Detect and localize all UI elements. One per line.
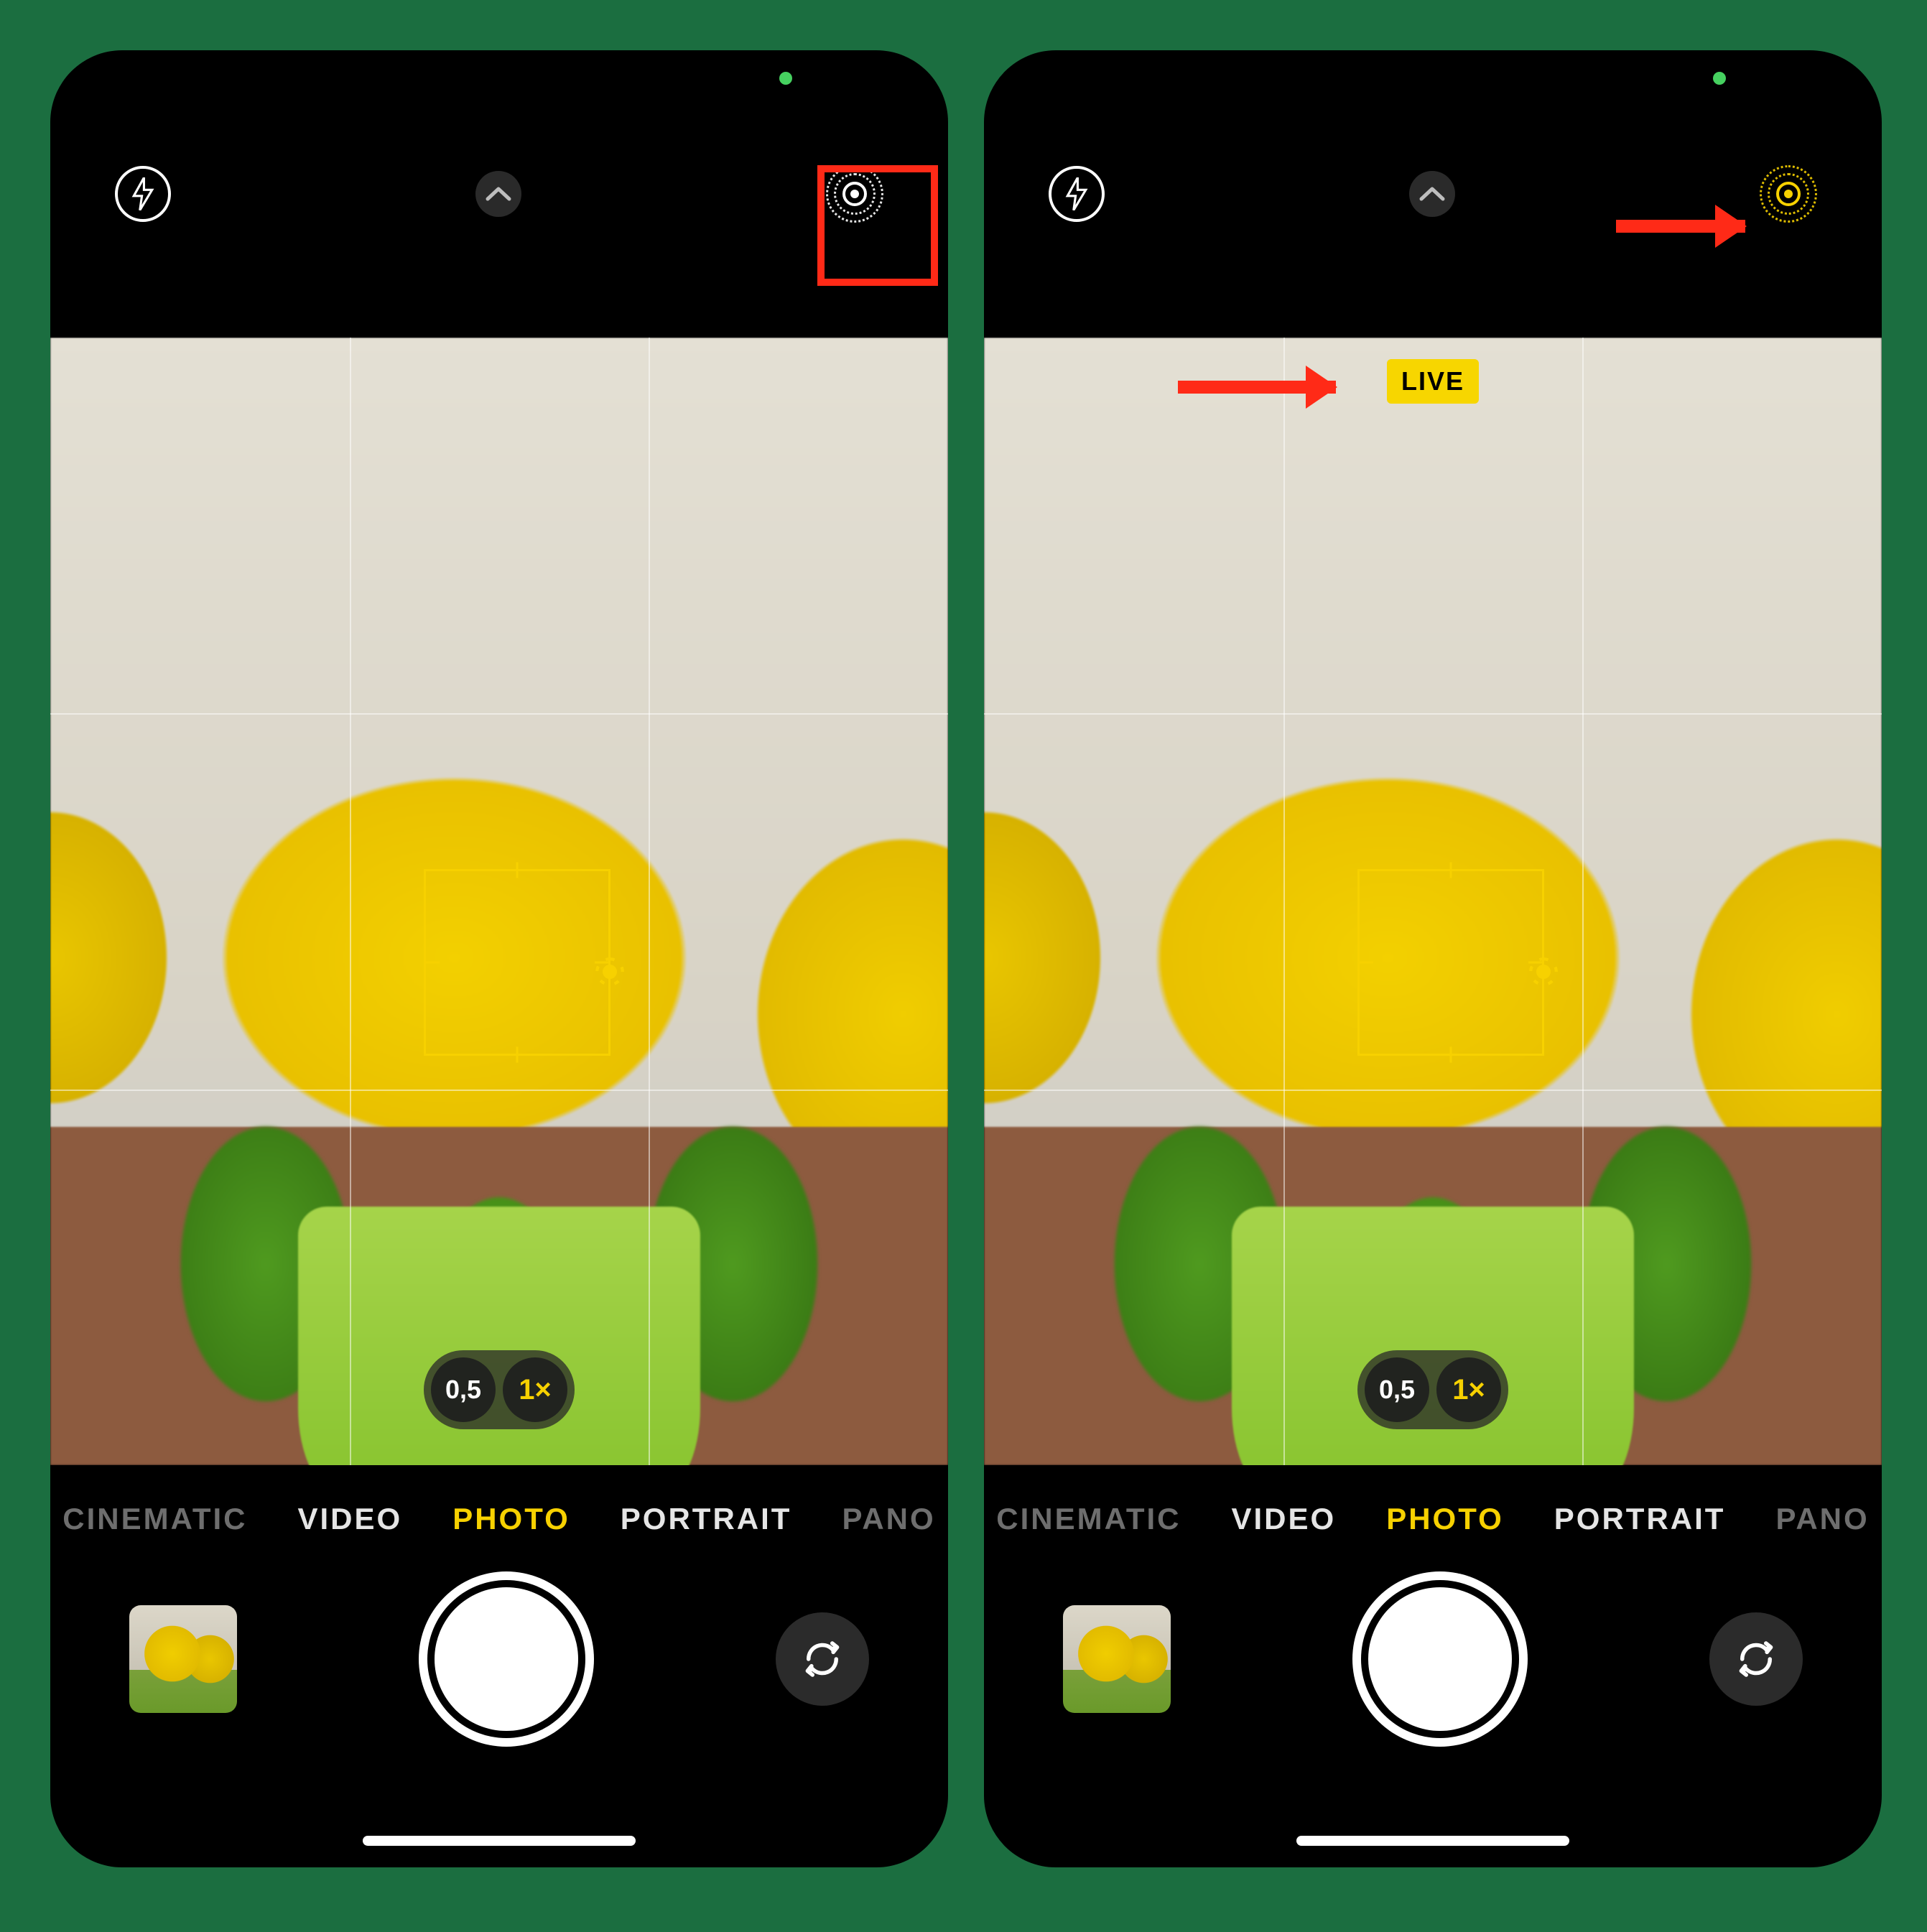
flash-toggle[interactable] bbox=[1049, 166, 1105, 222]
annotation-arrow-to-toggle bbox=[1616, 220, 1745, 233]
live-badge: LIVE bbox=[1387, 359, 1479, 404]
camera-viewfinder[interactable]: LIVE 0,5 1× bbox=[984, 338, 1882, 1465]
chevron-up-icon bbox=[486, 186, 511, 202]
flip-camera-icon bbox=[799, 1635, 846, 1683]
last-photo-thumbnail[interactable] bbox=[129, 1605, 237, 1713]
zoom-selector[interactable]: 0,5 1× bbox=[1357, 1350, 1508, 1429]
annotation-arrow-to-badge bbox=[1178, 381, 1336, 394]
mode-portrait[interactable]: PORTRAIT bbox=[621, 1502, 792, 1536]
shutter-button[interactable] bbox=[1368, 1587, 1512, 1731]
exposure-sun-icon[interactable] bbox=[595, 957, 624, 986]
camera-top-bar bbox=[50, 50, 948, 338]
flip-camera-button[interactable] bbox=[776, 1612, 869, 1706]
mode-photo[interactable]: PHOTO bbox=[452, 1502, 570, 1536]
camera-top-bar bbox=[984, 50, 1882, 338]
camera-bottom-bar bbox=[984, 1566, 1882, 1752]
focus-box[interactable] bbox=[1357, 869, 1544, 1056]
screenshot-live-off: 0,5 1× CINEMATIC VIDEO PHOTO PORTRAIT PA… bbox=[50, 50, 948, 1867]
shutter-button[interactable] bbox=[435, 1587, 578, 1731]
flip-camera-button[interactable] bbox=[1709, 1612, 1803, 1706]
camera-bottom-bar bbox=[50, 1566, 948, 1752]
camera-options-toggle[interactable] bbox=[1409, 171, 1455, 217]
flash-toggle[interactable] bbox=[115, 166, 171, 222]
mode-cinematic[interactable]: CINEMATIC bbox=[996, 1502, 1181, 1536]
mode-portrait[interactable]: PORTRAIT bbox=[1554, 1502, 1726, 1536]
camera-viewfinder[interactable]: 0,5 1× bbox=[50, 338, 948, 1465]
mode-video[interactable]: VIDEO bbox=[298, 1502, 403, 1536]
live-photo-toggle[interactable] bbox=[1760, 165, 1817, 223]
zoom-wide[interactable]: 0,5 bbox=[431, 1357, 496, 1422]
screenshot-live-on: LIVE 0,5 1× CINEMATIC VIDEO PHOTO PORTRA… bbox=[984, 50, 1882, 1867]
zoom-selector[interactable]: 0,5 1× bbox=[424, 1350, 575, 1429]
mode-pano[interactable]: PANO bbox=[842, 1502, 935, 1536]
home-indicator[interactable] bbox=[1296, 1836, 1569, 1846]
chevron-up-icon bbox=[1419, 186, 1445, 202]
zoom-main[interactable]: 1× bbox=[503, 1357, 567, 1422]
flash-icon bbox=[131, 177, 155, 210]
mode-cinematic[interactable]: CINEMATIC bbox=[62, 1502, 247, 1536]
mode-photo[interactable]: PHOTO bbox=[1386, 1502, 1504, 1536]
annotation-highlight-box bbox=[817, 165, 938, 286]
flash-icon bbox=[1064, 177, 1089, 210]
mode-video[interactable]: VIDEO bbox=[1232, 1502, 1337, 1536]
last-photo-thumbnail[interactable] bbox=[1063, 1605, 1171, 1713]
mode-pano[interactable]: PANO bbox=[1775, 1502, 1869, 1536]
camera-mode-bar[interactable]: CINEMATIC VIDEO PHOTO PORTRAIT PANO bbox=[50, 1480, 948, 1559]
exposure-sun-icon[interactable] bbox=[1529, 957, 1558, 986]
zoom-main[interactable]: 1× bbox=[1436, 1357, 1501, 1422]
camera-options-toggle[interactable] bbox=[475, 171, 521, 217]
camera-mode-bar[interactable]: CINEMATIC VIDEO PHOTO PORTRAIT PANO bbox=[984, 1480, 1882, 1559]
focus-box[interactable] bbox=[424, 869, 610, 1056]
zoom-wide[interactable]: 0,5 bbox=[1365, 1357, 1429, 1422]
flip-camera-icon bbox=[1732, 1635, 1780, 1683]
home-indicator[interactable] bbox=[363, 1836, 636, 1846]
